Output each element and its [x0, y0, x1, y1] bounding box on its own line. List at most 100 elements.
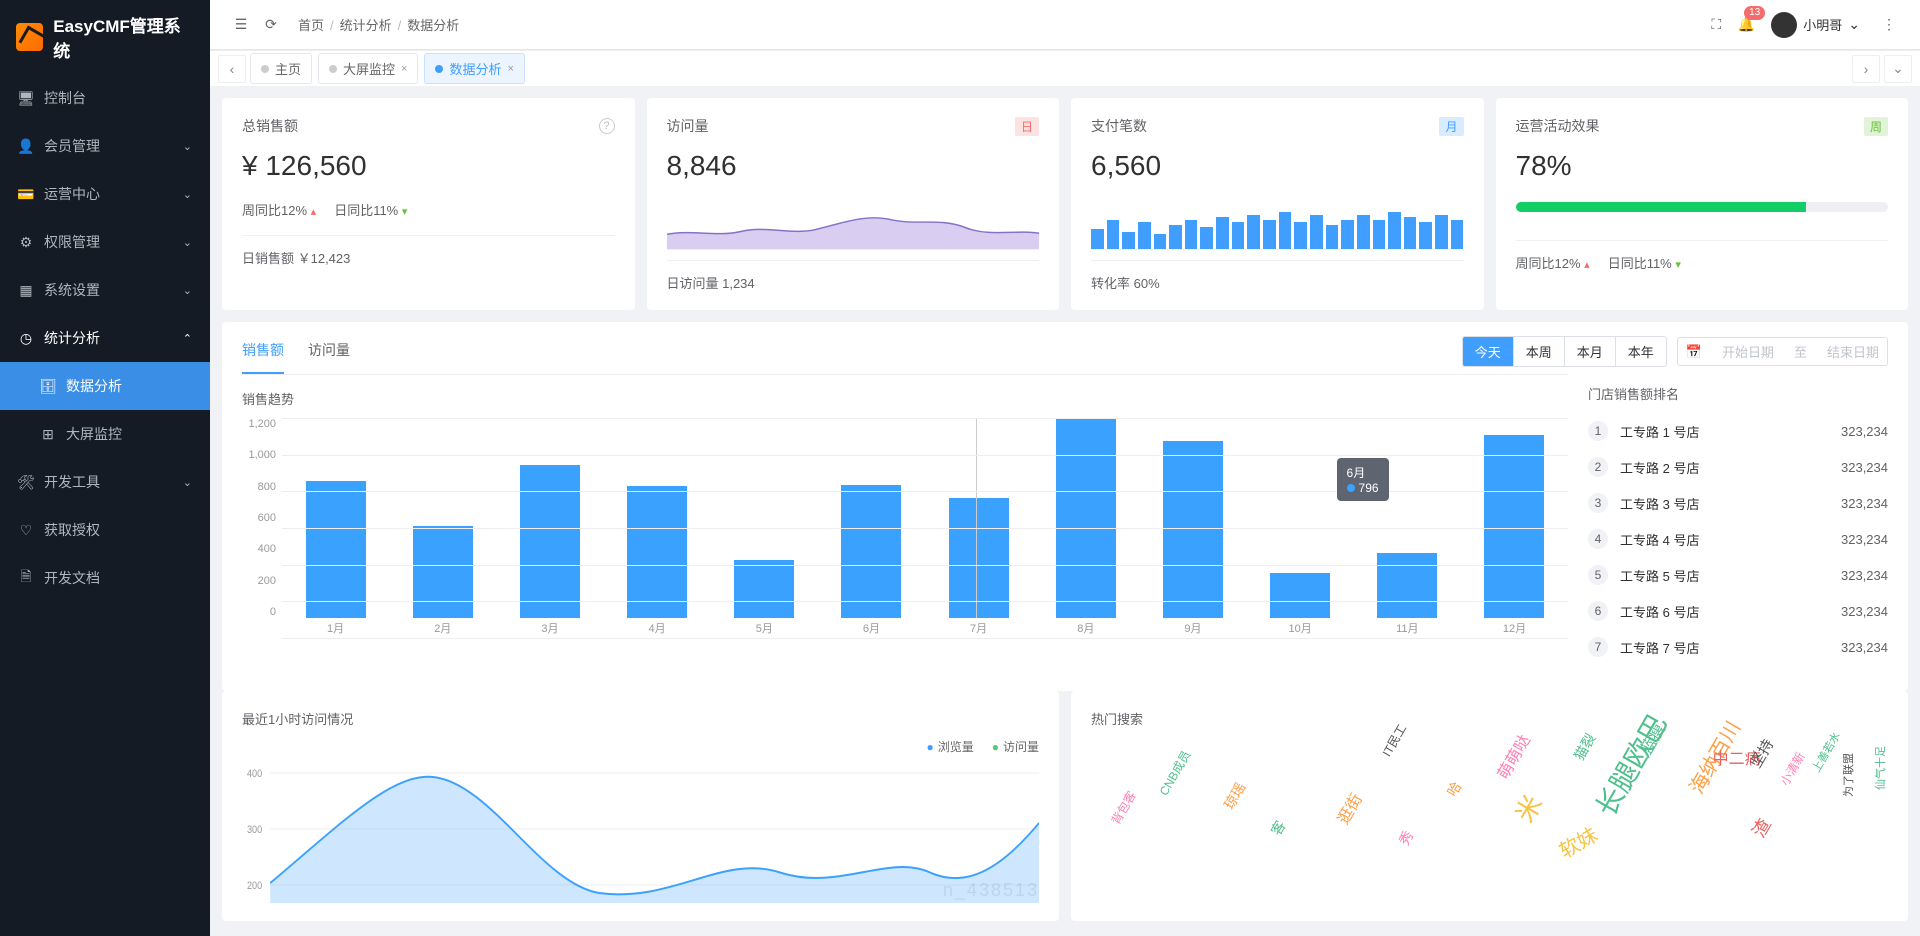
wordcloud-word[interactable]: 客 — [1266, 817, 1290, 839]
sidebar-item[interactable]: 🖥控制台 — [0, 74, 210, 122]
wordcloud-word[interactable]: 渣 — [1745, 813, 1777, 842]
word-cloud: 长腿欧巴海纳百川中二病蓝瘦萌萌哒坚持米琼瑶CNB成员背包客IT民工逛街软妹为了联… — [1091, 738, 1888, 868]
range-button[interactable]: 本周 — [1514, 337, 1565, 366]
chevron-icon: ⌄ — [183, 236, 192, 249]
menu-icon: 👤 — [18, 138, 34, 154]
dot-icon — [329, 65, 337, 73]
tabs-menu[interactable]: ⌄ — [1884, 55, 1912, 83]
recent-visits-card: 最近1小时访问情况 浏览量 访问量 400 300 200 — [222, 691, 1059, 921]
sidebar-subitem[interactable]: ⊞大屏监控 — [0, 410, 210, 458]
card-title: 访问量 — [667, 116, 709, 136]
username[interactable]: 小明哥 — [1803, 15, 1842, 34]
wordcloud-word[interactable]: 琼瑶 — [1219, 779, 1250, 813]
sales-trend-card: 销售额 访问量 今天本周本月本年 📅 开始日期 至 结束日期 销售趋势 — [222, 322, 1908, 691]
tab-sales[interactable]: 销售额 — [242, 340, 284, 374]
sidebar-item[interactable]: ◷统计分析⌃ — [0, 314, 210, 362]
legend-views[interactable]: 浏览量 — [926, 738, 973, 755]
menu-icon: 🛠 — [18, 474, 34, 490]
sidebar-item[interactable]: ▦系统设置⌄ — [0, 266, 210, 314]
user-menu-chevron-icon[interactable]: ⌄ — [1848, 16, 1860, 33]
ranking-title: 门店销售额排名 — [1588, 384, 1888, 403]
close-icon[interactable]: × — [401, 63, 407, 75]
sidebar-item[interactable]: ⚙权限管理⌄ — [0, 218, 210, 266]
rank-item[interactable]: 2工专路 2 号店323,234 — [1588, 449, 1888, 485]
visits-value: 8,846 — [667, 150, 1040, 182]
stat-card-visits: 访问量 日 8,846 日访问量 1,234 — [647, 98, 1060, 310]
sidebar-subitem[interactable]: 🗄数据分析 — [0, 362, 210, 410]
legend-visits[interactable]: 访问量 — [992, 738, 1039, 755]
rank-item[interactable]: 4工专路 4 号店323,234 — [1588, 521, 1888, 557]
help-icon[interactable]: ? — [599, 118, 615, 134]
range-button[interactable]: 本年 — [1616, 337, 1666, 366]
period-chip: 日 — [1015, 117, 1039, 136]
wordcloud-word[interactable]: 逛街 — [1330, 788, 1367, 828]
chart-subtitle: 销售趋势 — [242, 389, 1568, 408]
fullscreen-button[interactable]: ⛶ — [1701, 10, 1731, 40]
sidebar-item[interactable]: 👤会员管理⌄ — [0, 122, 210, 170]
visits-footer: 日访问量 1,234 — [667, 260, 1040, 292]
sidebar: EasyCMF管理系统 🖥控制台👤会员管理⌄💳运营中心⌄⚙权限管理⌄▦系统设置⌄… — [0, 0, 210, 936]
page-tab[interactable]: 大屏监控× — [318, 53, 418, 84]
tab-visits[interactable]: 访问量 — [308, 340, 350, 374]
stat-card-payments: 支付笔数 月 6,560 转化率 60% — [1071, 98, 1484, 310]
rank-item[interactable]: 3工专路 3 号店323,234 — [1588, 485, 1888, 521]
breadcrumb: 首页/统计分析/数据分析 — [298, 15, 459, 34]
notifications-button[interactable]: 🔔 13 — [1731, 10, 1761, 40]
stat-card-campaign: 运营活动效果 周 78% 周同比12% ▴ 日同比11% ▾ — [1496, 98, 1909, 310]
rank-item[interactable]: 7工专路 7 号店323,234 — [1588, 629, 1888, 665]
campaign-value: 78% — [1516, 150, 1889, 182]
sidebar-item[interactable]: ♡获取授权 — [0, 506, 210, 554]
page-tab[interactable]: 数据分析× — [424, 53, 524, 84]
period-chip: 周 — [1864, 117, 1888, 136]
tabs-next[interactable]: › — [1852, 55, 1880, 83]
card-title: 支付笔数 — [1091, 116, 1147, 136]
range-button[interactable]: 本月 — [1565, 337, 1616, 366]
wordcloud-word[interactable]: 仙气十足 — [1872, 746, 1888, 790]
visits-sparkline — [667, 200, 1040, 250]
wordcloud-word[interactable]: 背包客 — [1107, 787, 1140, 827]
date-range-picker[interactable]: 📅 开始日期 至 结束日期 — [1677, 337, 1888, 366]
page-tabs: ‹ 主页大屏监控×数据分析× › ⌄ — [210, 50, 1920, 86]
hot-search-card: 热门搜索 长腿欧巴海纳百川中二病蓝瘦萌萌哒坚持米琼瑶CNB成员背包客IT民工逛街… — [1071, 691, 1908, 921]
reload-button[interactable]: ⟳ — [256, 10, 286, 40]
chevron-icon: ⌄ — [183, 284, 192, 297]
watermark: n_438513 — [943, 880, 1039, 901]
wordcloud-word[interactable]: 哈 — [1442, 778, 1466, 800]
wordcloud-word[interactable]: 萌萌哒 — [1490, 729, 1535, 783]
sidebar-item[interactable]: 🛠开发工具⌄ — [0, 458, 210, 506]
collapse-sidebar-button[interactable]: ☰ — [226, 10, 256, 40]
rank-item[interactable]: 6工专路 6 号店323,234 — [1588, 593, 1888, 629]
close-icon[interactable]: × — [507, 63, 513, 75]
wordcloud-word[interactable]: 软妹 — [1553, 819, 1602, 864]
app-logo[interactable]: EasyCMF管理系统 — [0, 0, 210, 74]
page-tab[interactable]: 主页 — [250, 53, 312, 84]
menu-icon: 🗎 — [18, 570, 34, 586]
svg-text:400: 400 — [247, 768, 263, 780]
wordcloud-word[interactable]: 为了联盟 — [1840, 753, 1856, 797]
chevron-icon: ⌄ — [183, 140, 192, 153]
sidebar-item[interactable]: 💳运营中心⌄ — [0, 170, 210, 218]
chart-tooltip: 6月 796 — [1337, 458, 1389, 501]
dot-icon — [261, 65, 269, 73]
wordcloud-word[interactable]: 小清新 — [1776, 748, 1809, 788]
range-button[interactable]: 今天 — [1463, 337, 1514, 366]
rank-item[interactable]: 1工专路 1 号店323,234 — [1588, 413, 1888, 449]
sidebar-item[interactable]: 🗎开发文档 — [0, 554, 210, 602]
card-title: 总销售额 — [242, 116, 298, 136]
chevron-icon: ⌄ — [183, 188, 192, 201]
menu-icon: 💳 — [18, 186, 34, 202]
svg-text:300: 300 — [247, 824, 263, 836]
wordcloud-word[interactable]: 上善若水 — [1808, 728, 1844, 774]
rank-item[interactable]: 5工专路 5 号店323,234 — [1588, 557, 1888, 593]
menu-icon: 🗄 — [40, 378, 56, 394]
wordcloud-word[interactable]: CNB成员 — [1155, 747, 1194, 798]
wordcloud-word[interactable]: 猫裂 — [1569, 729, 1600, 763]
wordcloud-word[interactable]: 米 — [1505, 787, 1550, 828]
tabs-prev[interactable]: ‹ — [218, 55, 246, 83]
avatar[interactable] — [1771, 12, 1797, 38]
notification-badge: 13 — [1744, 6, 1765, 20]
chevron-icon: ⌃ — [183, 332, 192, 345]
wordcloud-word[interactable]: 秀 — [1394, 827, 1418, 849]
calendar-icon: 📅 — [1686, 344, 1702, 360]
more-button[interactable]: ⋮ — [1874, 10, 1904, 40]
